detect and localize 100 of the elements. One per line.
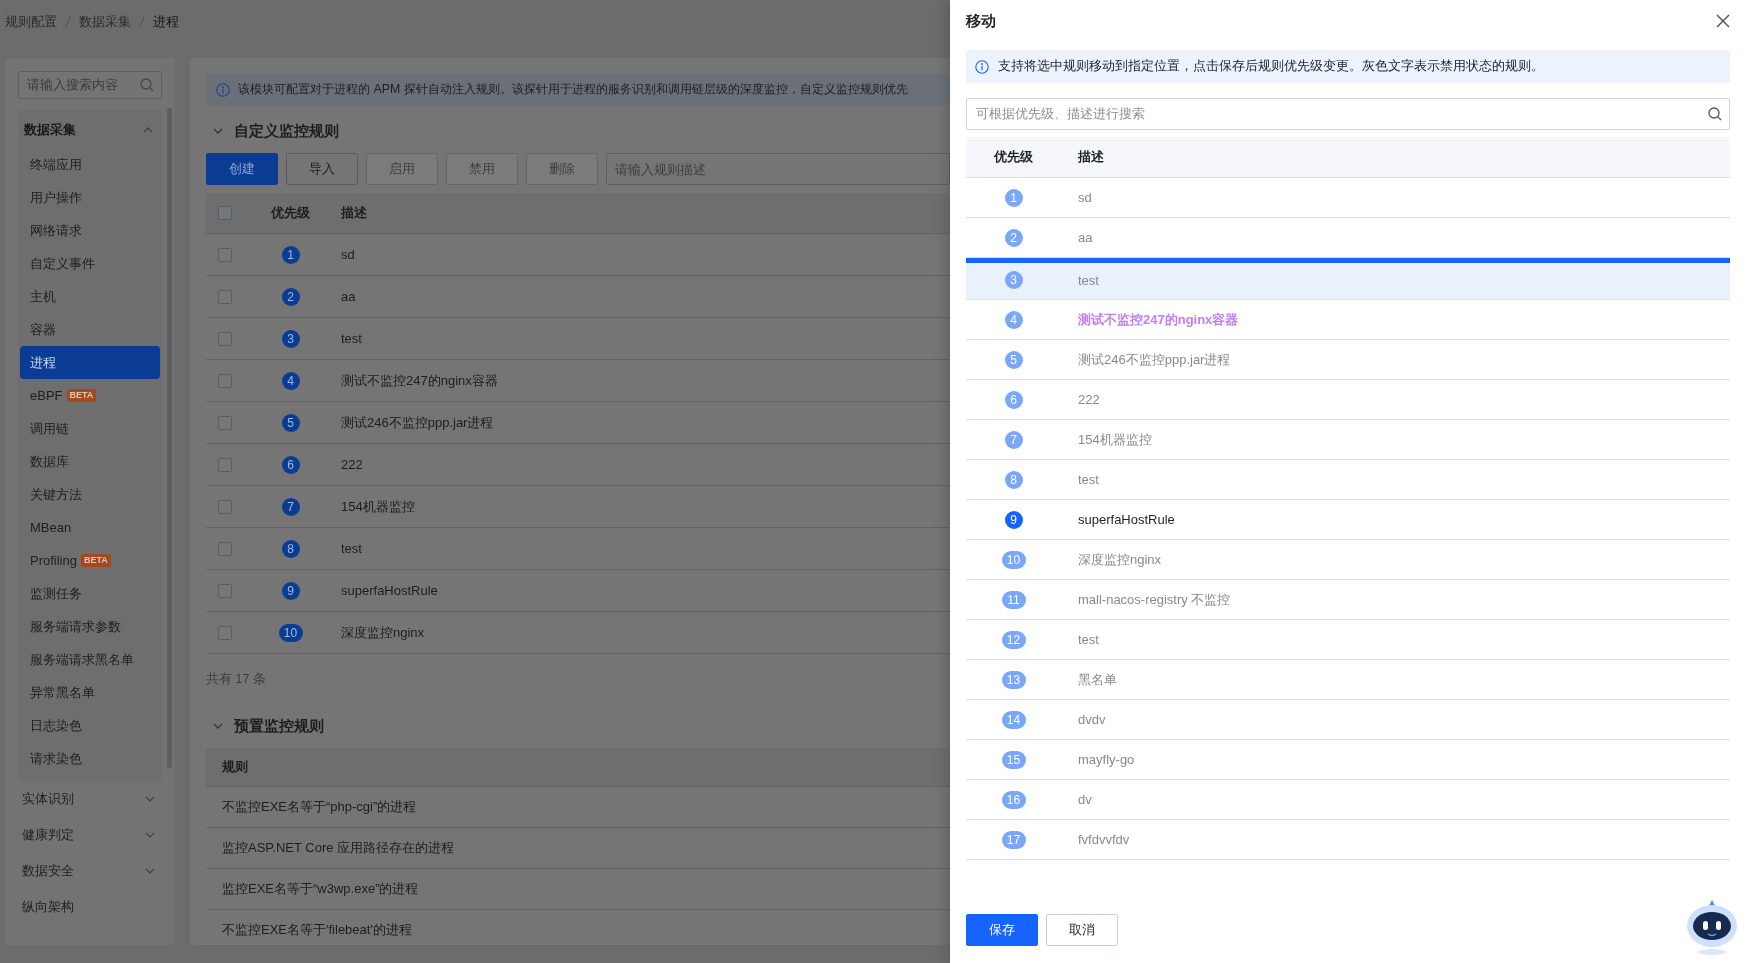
sidebar-item[interactable]: 容器 xyxy=(20,313,160,346)
priority-badge: 11 xyxy=(1001,590,1026,609)
table-cell: mayfly-go xyxy=(1078,752,1135,767)
table-cell: 222 xyxy=(1078,392,1100,407)
table-cell: test xyxy=(1078,632,1099,647)
cancel-button[interactable]: 取消 xyxy=(1046,914,1118,946)
checkbox[interactable] xyxy=(218,499,232,514)
priority-badge: 12 xyxy=(1001,630,1026,649)
priority-badge: 10 xyxy=(278,623,303,642)
close-icon[interactable] xyxy=(1716,14,1730,28)
sidebar-item[interactable]: 关键方法 xyxy=(20,478,160,511)
sidebar-item[interactable]: 调用链 xyxy=(20,412,160,445)
info-text: 该模块可配置对于进程的 APM 探针自动注入规则。该探针用于进程的服务识别和调用链层级的深度监控，自定义监控规则优先 xyxy=(238,81,908,98)
info-text: 支持将选中规则移动到指定位置，点击保存后规则优先级变更。灰色文字表示禁用状态的规则。 xyxy=(998,58,1544,75)
priority-badge: 7 xyxy=(281,497,300,516)
table-cell: 测试246不监控ppp.jar进程 xyxy=(1078,350,1231,369)
priority-badge: 10 xyxy=(1001,550,1026,569)
sidebar-item[interactable]: 纵向架构 xyxy=(18,889,162,925)
breadcrumb-item[interactable]: 数据采集 xyxy=(79,13,131,31)
beta-badge: BETA xyxy=(66,389,97,402)
priority-badge: 16 xyxy=(1001,790,1026,809)
priority-badge: 5 xyxy=(281,413,300,432)
sidebar-item[interactable]: 数据库 xyxy=(20,445,160,478)
checkbox[interactable] xyxy=(218,415,232,430)
priority-badge: 8 xyxy=(281,539,300,558)
sidebar-item[interactable]: 日志染色 xyxy=(20,709,160,742)
save-button[interactable]: 保存 xyxy=(966,914,1038,946)
checkbox[interactable] xyxy=(218,331,232,346)
priority-badge: 5 xyxy=(1004,350,1023,369)
priority-badge: 1 xyxy=(1004,188,1023,207)
table-cell: aa xyxy=(1078,230,1093,245)
table-cell: 测试不监控247的nginx容器 xyxy=(341,371,498,390)
priority-badge: 7 xyxy=(1004,430,1023,449)
total-count: 共有 17 条 xyxy=(206,670,266,688)
sidebar-item[interactable]: Profiling BETA xyxy=(20,544,160,577)
table-cell: 监控EXE名等于“w3wp.exe”的进程 xyxy=(222,880,419,898)
section-header[interactable]: 预置监控规则 xyxy=(206,704,950,748)
table-cell: 测试不监控247的nginx容器 xyxy=(1078,310,1239,329)
sidebar-item[interactable]: 主机 xyxy=(20,280,160,313)
sidebar-item[interactable]: 进程 xyxy=(20,346,160,379)
sidebar-item[interactable]: 用户操作 xyxy=(20,181,160,214)
table-cell: mall-nacos-registry 不监控 xyxy=(1078,590,1231,609)
info-icon xyxy=(975,59,989,74)
priority-badge: 15 xyxy=(1001,750,1026,769)
sidebar-item[interactable]: 请求染色 xyxy=(20,742,160,775)
sidebar-item[interactable]: eBPF BETA xyxy=(20,379,160,412)
sidebar-item[interactable]: 服务端请求参数 xyxy=(20,610,160,643)
priority-badge: 4 xyxy=(281,371,300,390)
table-cell: test xyxy=(1078,472,1099,487)
table-cell: 不监控EXE名等于“php-cgi”的进程 xyxy=(222,798,417,816)
table-cell: 154机器监控 xyxy=(1078,430,1152,449)
checkbox[interactable] xyxy=(218,373,232,388)
table-row[interactable]: 9 superfaHostRule xyxy=(966,500,1730,540)
sidebar-item[interactable]: 异常黑名单 xyxy=(20,676,160,709)
section-header[interactable]: 自定义监控规则 xyxy=(206,109,950,153)
section-title: 自定义监控规则 xyxy=(234,121,339,141)
checkbox[interactable] xyxy=(218,289,232,304)
sidebar-group[interactable]: 实体识别 xyxy=(18,781,162,817)
checkbox[interactable] xyxy=(218,247,232,262)
table-cell: test xyxy=(1078,272,1099,288)
sidebar-group[interactable]: 数据安全 xyxy=(18,853,162,889)
checkbox[interactable] xyxy=(218,583,232,598)
search-icon xyxy=(140,78,154,92)
table-cell: aa xyxy=(341,289,356,304)
table-cell: test xyxy=(341,331,362,346)
checkbox[interactable] xyxy=(218,625,232,640)
sidebar-item[interactable]: 网络请求 xyxy=(20,214,160,247)
column-header: 优先级 xyxy=(269,204,311,222)
table-cell: dvdv xyxy=(1078,712,1106,727)
group-label: 实体识别 xyxy=(22,790,74,808)
checkbox[interactable] xyxy=(218,457,232,472)
sidebar-group[interactable]: 数据采集 xyxy=(20,112,160,148)
drawer-title: 移动 xyxy=(966,11,996,31)
priority-badge: 14 xyxy=(1001,710,1026,729)
toolbar-button[interactable]: 导入 xyxy=(286,153,358,185)
priority-badge: 6 xyxy=(1004,390,1023,409)
priority-badge: 17 xyxy=(1001,830,1026,849)
table-cell: fvfdvvfdv xyxy=(1078,832,1130,847)
sidebar-item[interactable]: 自定义事件 xyxy=(20,247,160,280)
table-cell: 黑名单 xyxy=(1078,670,1117,689)
table-cell: sd xyxy=(341,247,355,262)
sidebar-item[interactable]: 监测任务 xyxy=(20,577,160,610)
checkbox[interactable] xyxy=(218,541,232,556)
column-header: 规则 xyxy=(222,758,248,776)
column-header: 优先级 xyxy=(992,148,1034,166)
sidebar-group[interactable]: 健康判定 xyxy=(18,817,162,853)
sidebar-item[interactable]: MBean xyxy=(20,511,160,544)
priority-badge: 2 xyxy=(281,287,300,306)
sidebar-item[interactable]: 终端应用 xyxy=(20,148,160,181)
breadcrumb-item[interactable]: 规则配置 xyxy=(5,13,57,31)
table-cell: 不监控EXE名等于'filebeat'的进程 xyxy=(222,921,412,939)
priority-badge: 2 xyxy=(1004,228,1023,247)
breadcrumb-item: 进程 xyxy=(153,13,179,31)
table-cell: 154机器监控 xyxy=(341,497,415,516)
checkbox[interactable] xyxy=(218,206,232,220)
toolbar-button[interactable]: 创建 xyxy=(206,153,278,185)
sidebar-item[interactable]: 服务端请求黑名单 xyxy=(20,643,160,676)
table-cell: 监控ASP.NET Core 应用路径存在的进程 xyxy=(222,839,455,857)
group-label: 数据采集 xyxy=(24,121,76,139)
priority-badge: 1 xyxy=(281,245,300,264)
